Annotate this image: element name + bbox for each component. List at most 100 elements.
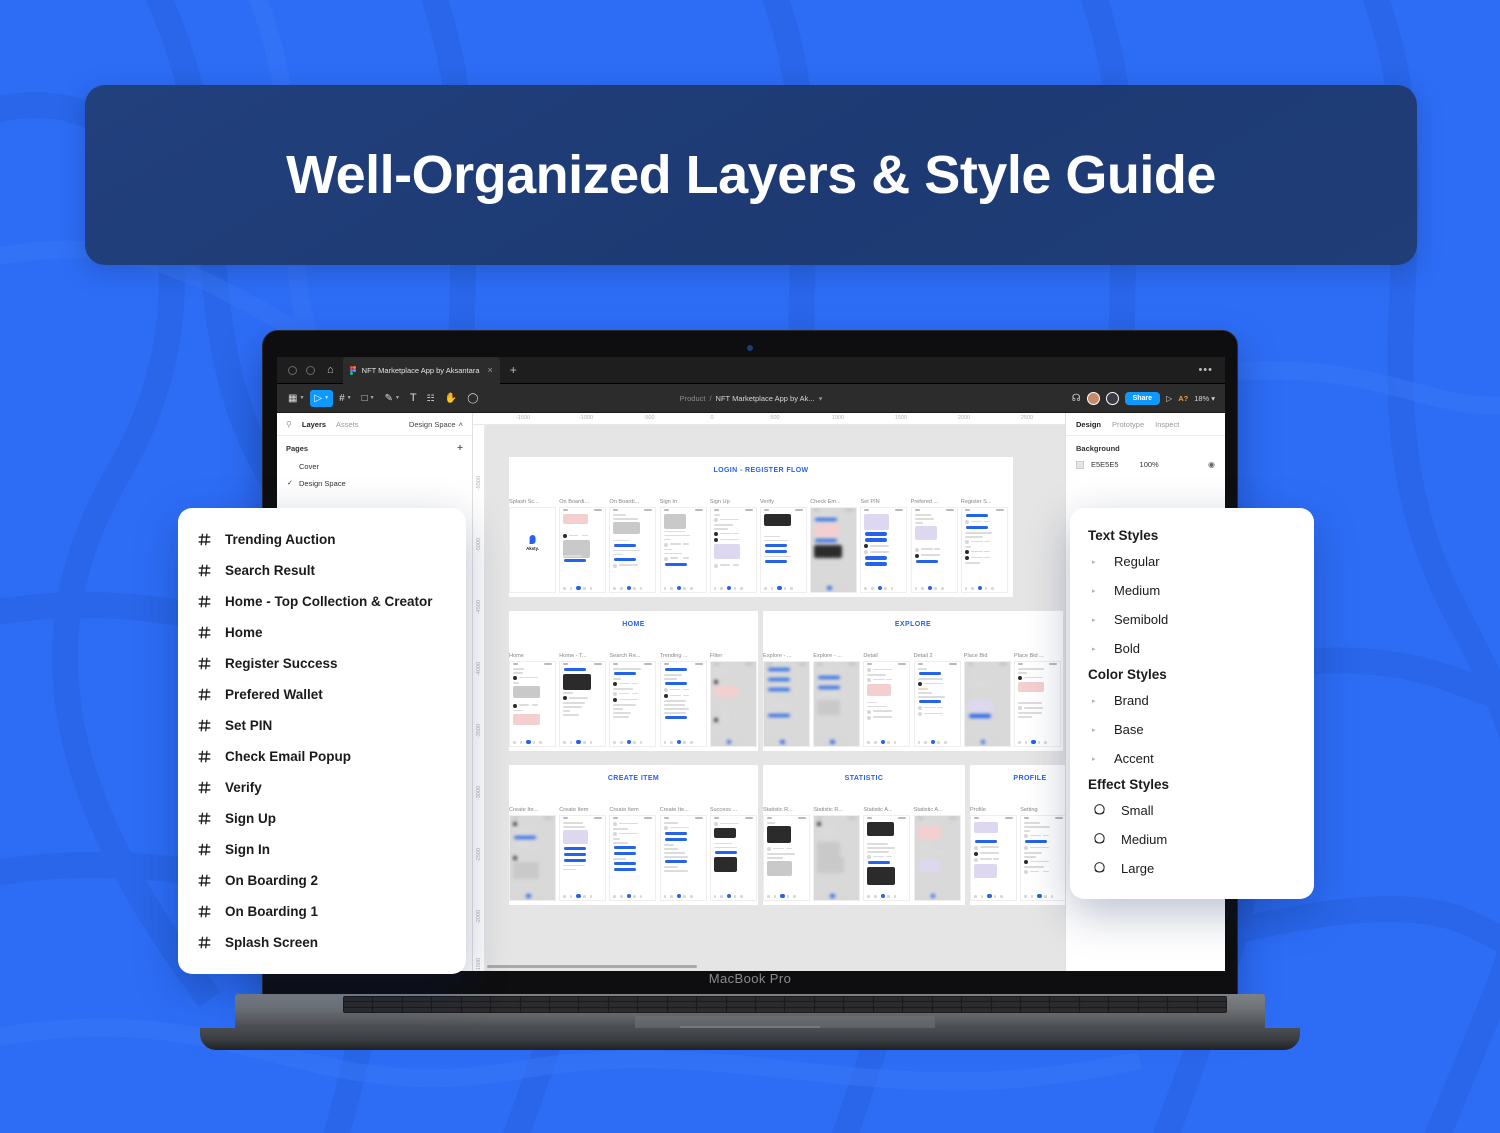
frame-name-label[interactable]: Sign In [660,499,707,505]
design-frame[interactable] [810,507,858,593]
frame-name-label[interactable]: Explore - ... [763,653,810,659]
frame-name-label[interactable]: On Boardi... [559,499,606,505]
style-list-item[interactable]: ▸ Accent [1070,744,1314,773]
comment-tool-icon[interactable]: ◯ [463,390,482,407]
color-swatch[interactable] [1076,460,1084,469]
active-tab[interactable]: NFT Marketplace App by Aksantara × [342,357,500,384]
layers-popover[interactable]: Trending Auction Search Result Home - Top … [178,508,466,974]
frame-name-label[interactable]: Create Item [559,807,606,813]
style-list-item[interactable]: Large [1070,854,1314,883]
breadcrumb-project[interactable]: Product [680,394,706,403]
design-frame[interactable] [910,507,958,593]
frame-name-label[interactable]: Statistic R... [763,807,810,813]
frame-name-label[interactable]: Detail 2 [914,653,961,659]
frame-name-label[interactable]: Home - T... [559,653,606,659]
layer-list-item[interactable]: Trending Auction [178,524,466,555]
frame-name-label[interactable]: Detail [863,653,910,659]
style-list-item[interactable]: ▸ Base [1070,715,1314,744]
design-frame[interactable] [609,507,657,593]
horizontal-scrollbar[interactable] [487,965,697,968]
design-frame[interactable] [763,815,810,901]
page-selector[interactable]: Design Space ˄ [409,420,463,429]
layer-list-item[interactable]: Home - Top Collection & Creator [178,586,466,617]
pen-tool-icon[interactable]: ✎ ▼ [381,390,404,407]
design-frame[interactable] [559,507,607,593]
frame-name-label[interactable]: Check Em... [810,499,857,505]
layer-list-item[interactable]: Check Email Popup [178,741,466,772]
chevron-down-icon[interactable]: ▾ [819,394,823,403]
layer-list-item[interactable]: Set PIN [178,710,466,741]
style-list-item[interactable]: Medium [1070,825,1314,854]
frame-name-label[interactable]: Verify [760,499,807,505]
layer-list-item[interactable]: Verify [178,772,466,803]
frame-name-label[interactable]: Register S... [961,499,1008,505]
layer-list-item[interactable]: Splash Screen [178,927,466,958]
frame-name-label[interactable]: Place Bid [964,653,1011,659]
design-frame[interactable] [559,815,607,901]
tab-layers[interactable]: Layers [302,420,326,429]
chevron-right-icon[interactable]: ▸ [1092,697,1100,705]
frame-name-label[interactable]: Create Ite... [660,807,707,813]
canvas-viewport[interactable]: LOGIN - REGISTER FLOW HOME EXPLORE CREAT… [485,425,1065,971]
frame-name-label[interactable]: Statistic A... [863,807,910,813]
design-frame[interactable] [509,815,556,901]
styles-popover[interactable]: Text Styles ▸ Regular ▸ Medium ▸ Semibold ▸ Bold… [1070,508,1314,899]
frame-name-label[interactable]: Filter [710,653,757,659]
design-frame[interactable] [609,815,657,901]
design-frame[interactable] [963,661,1011,747]
frame-name-label[interactable]: Statistic A... [914,807,961,813]
layer-list-item[interactable]: On Boarding 2 [178,865,466,896]
design-frame[interactable] [509,661,556,747]
design-frame[interactable] [863,661,911,747]
design-frame[interactable] [860,507,908,593]
breadcrumb-file[interactable]: NFT Marketplace App by Ak... [716,394,815,403]
frame-name-label[interactable]: Sign Up [710,499,757,505]
frame-name-label[interactable]: Place Bid ... [1014,653,1061,659]
tab-assets[interactable]: Assets [336,420,359,429]
new-tab-button[interactable]: + [510,363,517,377]
text-tool-icon[interactable]: T [406,389,421,407]
move-tool-icon[interactable]: ▷ ▼ [310,389,334,407]
chevron-right-icon[interactable]: ▸ [1092,616,1100,624]
back-button[interactable] [288,365,297,375]
chevron-right-icon[interactable]: ▸ [1092,558,1100,566]
style-list-item[interactable]: ▸ Regular [1070,547,1314,576]
close-icon[interactable]: × [488,365,493,375]
headphone-icon[interactable]: ☊ [1072,393,1081,404]
components-icon[interactable]: ☷ [423,390,439,407]
status-badge[interactable]: A? [1178,394,1188,403]
frame-name-label[interactable]: Set PIN [860,499,907,505]
design-frame[interactable] [709,507,757,593]
frame-name-label[interactable]: Trending ... [660,653,707,659]
frame-name-label[interactable]: Splash Sc... [509,499,556,505]
eye-icon[interactable]: ◉ [1208,460,1215,469]
tab-prototype[interactable]: Prototype [1112,420,1144,429]
style-list-item[interactable]: Small [1070,796,1314,825]
frame-name-label[interactable]: Home [509,653,556,659]
add-page-button[interactable]: + [457,443,463,454]
design-frame[interactable] [760,507,807,593]
page-item-cover[interactable]: Cover [277,458,472,475]
design-frame[interactable]: Aksty. [509,507,556,593]
design-frame[interactable] [1020,815,1065,901]
search-icon[interactable]: ⚲ [286,420,292,429]
design-frame[interactable] [709,661,757,747]
layer-list-item[interactable]: Home [178,617,466,648]
style-list-item[interactable]: ▸ Brand [1070,686,1314,715]
design-frame[interactable] [813,815,861,901]
design-frame[interactable] [813,661,861,747]
frame-name-label[interactable]: Search Re... [609,653,656,659]
frame-name-label[interactable]: Success ... [710,807,757,813]
design-frame[interactable] [913,661,961,747]
avatar[interactable] [1086,391,1100,405]
shape-tool-icon[interactable]: □ ▼ [358,390,379,407]
frame-name-label[interactable]: On Boardi... [609,499,656,505]
chevron-right-icon[interactable]: ▸ [1092,755,1100,763]
frame-name-label[interactable]: Profile [970,807,1017,813]
design-frame[interactable] [659,815,707,901]
frame-name-label[interactable]: Statistic R... [813,807,860,813]
chevron-right-icon[interactable]: ▸ [1092,587,1100,595]
present-icon[interactable]: ▷ [1166,394,1172,403]
share-button[interactable]: Share [1124,391,1161,405]
frame-name-label[interactable]: Create Ite... [509,807,556,813]
